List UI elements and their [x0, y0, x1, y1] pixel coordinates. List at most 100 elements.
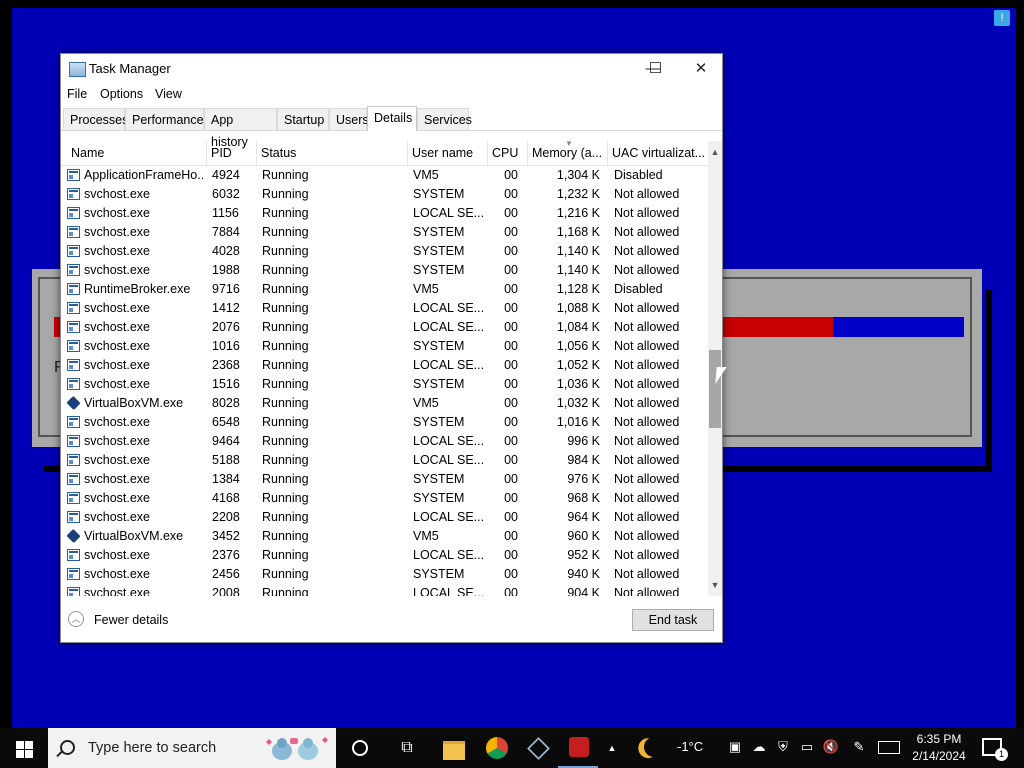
cortana-circle-icon[interactable] [340, 728, 380, 768]
table-row[interactable]: svchost.exe 2008 Running LOCAL SE... 00 904 K… [61, 584, 708, 596]
process-memory: 1,052 K [556, 358, 600, 372]
scroll-down-icon[interactable]: ▼ [708, 578, 722, 592]
table-row[interactable]: svchost.exe 2076 Running LOCAL SE... 00 1,084… [61, 318, 708, 337]
column-name[interactable]: Name [67, 141, 207, 165]
table-row[interactable]: RuntimeBroker.exe 9716 Running VM5 00 1,128 K… [61, 280, 708, 299]
process-uac: Not allowed [614, 301, 680, 315]
process-uac: Not allowed [614, 472, 680, 486]
keyboard-icon[interactable] [878, 741, 900, 754]
menu-file[interactable]: File [67, 87, 87, 101]
table-row[interactable]: VirtualBoxVM.exe 8028 Running VM5 00 1,032 K N… [61, 394, 708, 413]
process-name: svchost.exe [84, 510, 151, 524]
table-row[interactable]: svchost.exe 2376 Running LOCAL SE... 00 952 K… [61, 546, 708, 565]
process-pid: 9716 [212, 282, 240, 296]
process-user: LOCAL SE... [413, 453, 485, 467]
pen-icon[interactable]: ✎ [850, 738, 868, 756]
tab-app-history[interactable]: App history [204, 108, 277, 149]
process-uac: Disabled [614, 168, 663, 182]
process-cpu: 00 [504, 586, 518, 596]
table-row[interactable]: svchost.exe 4028 Running SYSTEM 00 1,140 K Not… [61, 242, 708, 261]
maximize-button[interactable]: ☐ [632, 54, 679, 84]
process-name: svchost.exe [84, 339, 151, 353]
end-task-button[interactable]: End task [632, 609, 714, 631]
process-uac: Not allowed [614, 377, 680, 391]
table-row[interactable]: svchost.exe 1016 Running SYSTEM 00 1,056 K Not… [61, 337, 708, 356]
column-status[interactable]: Status [257, 141, 408, 165]
tab-startup[interactable]: Startup [277, 108, 329, 130]
app-window-icon [67, 587, 80, 596]
tab-users[interactable]: Users [329, 108, 369, 130]
column-pid[interactable]: PID [207, 141, 257, 165]
start-button[interactable] [0, 728, 48, 768]
cloud-offline-icon[interactable]: ☁ [750, 738, 768, 756]
fewer-details-link[interactable]: Fewer details [94, 613, 168, 627]
device-icon[interactable]: ▣ [726, 738, 744, 756]
windows-logo-icon [25, 741, 33, 749]
table-row[interactable]: svchost.exe 2368 Running LOCAL SE... 00 1,052… [61, 356, 708, 375]
task-view-icon[interactable]: ⧉ [387, 728, 427, 768]
table-row[interactable]: svchost.exe 1516 Running SYSTEM 00 1,036 K Not… [61, 375, 708, 394]
table-row[interactable]: svchost.exe 9464 Running LOCAL SE... 00 996 K… [61, 432, 708, 451]
table-row[interactable]: svchost.exe 2456 Running SYSTEM 00 940 K Not a… [61, 565, 708, 584]
process-name: svchost.exe [84, 244, 151, 258]
tab-details[interactable]: Details [367, 106, 417, 131]
title-bar[interactable]: Task Manager — ☐ ✕ [61, 54, 722, 84]
process-status: Running [262, 529, 309, 543]
process-memory: 1,088 K [556, 301, 600, 315]
chrome-icon[interactable] [476, 728, 516, 768]
table-row[interactable]: svchost.exe 4168 Running SYSTEM 00 968 K Not a… [61, 489, 708, 508]
mouse-cursor-icon [715, 367, 727, 384]
process-uac: Not allowed [614, 510, 680, 524]
tab-performance[interactable]: Performance [125, 108, 204, 130]
tab-processes[interactable]: Processes [63, 108, 128, 130]
chevron-up-icon[interactable]: ▲ [602, 728, 622, 768]
process-uac: Disabled [614, 282, 663, 296]
process-user: VM5 [413, 282, 439, 296]
table-row[interactable]: ApplicationFrameHo... 4924 Running VM5 00 1,3… [61, 166, 708, 185]
shield-icon[interactable]: ⛨ [774, 738, 792, 756]
process-name: svchost.exe [84, 415, 151, 429]
process-status: Running [262, 472, 309, 486]
column-user-name[interactable]: User name [408, 141, 488, 165]
sort-down-icon: ▼ [565, 139, 573, 148]
chevron-up-icon[interactable]: ︿ [68, 611, 84, 627]
process-memory: 940 K [567, 567, 600, 581]
process-user: SYSTEM [413, 339, 465, 353]
process-pid: 1384 [212, 472, 240, 486]
menu-options[interactable]: Options [100, 87, 143, 101]
table-row[interactable]: svchost.exe 1412 Running LOCAL SE... 00 1,088… [61, 299, 708, 318]
taskbar-search-box[interactable]: Type here to search [48, 728, 336, 768]
table-row[interactable]: svchost.exe 1988 Running SYSTEM 00 1,140 K Not… [61, 261, 708, 280]
scrollbar-thumb[interactable] [709, 350, 721, 428]
weather-temperature[interactable]: -1°C [677, 739, 703, 754]
close-button[interactable]: ✕ [678, 54, 724, 84]
process-status: Running [262, 320, 309, 334]
tab-strip: Processes Performance App history Startu… [61, 106, 722, 149]
app-window-icon [67, 245, 80, 257]
table-row[interactable]: svchost.exe 6032 Running SYSTEM 00 1,232 K Not… [61, 185, 708, 204]
red-app-icon[interactable] [558, 728, 598, 768]
folder-icon[interactable] [433, 728, 473, 768]
table-row[interactable]: svchost.exe 2208 Running LOCAL SE... 00 964 K… [61, 508, 708, 527]
network-icon[interactable]: ▭ [798, 738, 816, 756]
clock[interactable]: 6:35 PM 2/14/2024 [908, 731, 970, 765]
table-row[interactable]: svchost.exe 1384 Running SYSTEM 00 976 K Not a… [61, 470, 708, 489]
flag-icon[interactable]: ! [994, 10, 1010, 26]
menu-view[interactable]: View [155, 87, 182, 101]
process-pid: 5188 [212, 453, 240, 467]
virtualbox-icon[interactable] [516, 728, 556, 768]
tab-services[interactable]: Services [417, 108, 472, 130]
moon-icon[interactable] [641, 734, 667, 760]
table-row[interactable]: VirtualBoxVM.exe 3452 Running VM5 00 960 K Not… [61, 527, 708, 546]
process-cpu: 00 [504, 320, 518, 334]
process-name: svchost.exe [84, 548, 151, 562]
table-row[interactable]: svchost.exe 6548 Running SYSTEM 00 1,016 K Not… [61, 413, 708, 432]
app-window-icon [67, 492, 80, 504]
volume-muted-icon[interactable]: 🔇 [822, 738, 840, 756]
table-row[interactable]: svchost.exe 1156 Running LOCAL SE... 00 1,216… [61, 204, 708, 223]
column-uac-virtualization[interactable]: UAC virtualizat... [608, 141, 706, 165]
scroll-up-icon[interactable]: ▲ [708, 145, 722, 159]
table-row[interactable]: svchost.exe 7884 Running SYSTEM 00 1,168 K Not… [61, 223, 708, 242]
column-cpu[interactable]: CPU [488, 141, 528, 165]
table-row[interactable]: svchost.exe 5188 Running LOCAL SE... 00 984 K… [61, 451, 708, 470]
